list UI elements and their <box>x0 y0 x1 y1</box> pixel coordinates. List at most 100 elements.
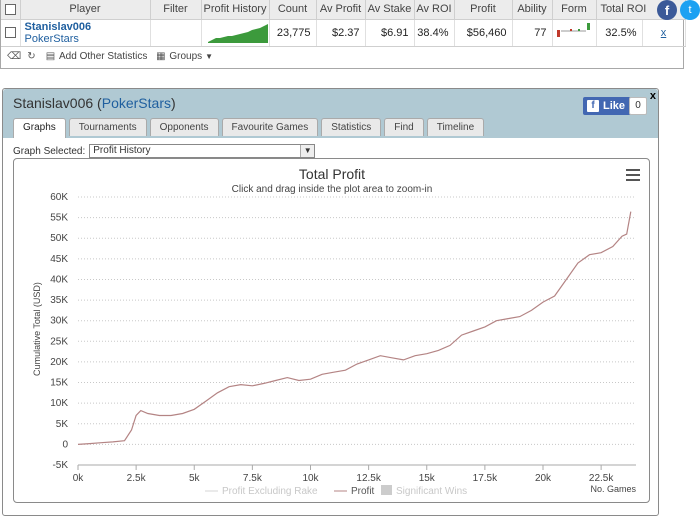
count-cell: 23,775 <box>269 19 317 47</box>
tab-timeline[interactable]: Timeline <box>426 118 485 136</box>
chart-container[interactable]: Total Profit Click and drag inside the p… <box>13 158 650 503</box>
player-cell: Stanislav006 PokerStars <box>20 19 151 47</box>
header-profit-history[interactable]: Profit History <box>201 0 270 20</box>
y-axis-title: Cumulative Total (USD) <box>32 282 42 376</box>
remove-row-button[interactable]: x <box>642 19 686 47</box>
header-filter[interactable]: Filter <box>150 0 202 20</box>
tab-graphs[interactable]: Graphs <box>13 118 66 138</box>
select-all-header[interactable] <box>1 0 21 20</box>
legend-item-profit[interactable]: Profit <box>351 486 375 497</box>
x-tick-label: 2.5k <box>127 473 147 484</box>
facebook-icon: f <box>587 100 599 112</box>
graph-selected-label: Graph Selected: <box>13 145 86 157</box>
profit-history-sparkline <box>207 23 268 43</box>
add-other-statistics-label: Add Other Statistics <box>59 51 148 62</box>
legend-item-significant-wins[interactable]: Significant Wins <box>396 486 467 497</box>
header-ability[interactable]: Ability <box>512 0 553 20</box>
y-tick-label: 45K <box>50 254 68 265</box>
av-profit-cell: $2.37 <box>316 19 366 47</box>
facebook-like-button[interactable]: f Like <box>583 97 632 115</box>
y-tick-label: 15K <box>50 378 68 389</box>
legend-item-profit-excluding-rake[interactable]: Profit Excluding Rake <box>222 486 318 497</box>
av-stake-cell: $6.91 <box>365 19 415 47</box>
header-av-stake[interactable]: Av Stake <box>365 0 415 20</box>
table-row: Stanislav006 PokerStars 23,775 $2.37 $6.… <box>1 19 686 47</box>
player-site-link[interactable]: PokerStars <box>25 33 145 45</box>
row-select-cell[interactable] <box>1 19 21 47</box>
av-roi-cell: 38.4% <box>414 19 455 47</box>
x-tick-label: 7.5k <box>243 473 263 484</box>
stats-table-container: Player Filter Profit History Count Av Pr… <box>0 0 686 69</box>
add-other-statistics-button[interactable]: ▤ Add Other Statistics <box>45 51 148 62</box>
groups-icon: ▦ <box>156 51 166 62</box>
profit-cell: $56,460 <box>454 19 513 47</box>
header-form[interactable]: Form <box>552 0 597 20</box>
stats-header-row: Player Filter Profit History Count Av Pr… <box>1 0 686 20</box>
panel-header: Stanislav006 (PokerStars) f Like 0 x Gra… <box>3 89 658 138</box>
form-bar <box>577 29 580 31</box>
profit-history-cell <box>201 19 270 47</box>
x-tick-label: 0k <box>73 473 85 484</box>
form-cell <box>552 19 597 47</box>
y-tick-label: 10K <box>50 398 68 409</box>
form-bar <box>556 30 560 37</box>
trash-icon[interactable]: ⌫ <box>7 51 21 62</box>
tab-favourite-games[interactable]: Favourite Games <box>221 118 319 136</box>
panel-site-link[interactable]: PokerStars <box>102 95 171 111</box>
x-tick-label: 10k <box>302 473 319 484</box>
like-count: 0 <box>629 97 647 115</box>
y-tick-label: 60K <box>50 192 68 203</box>
y-tick-label: 30K <box>50 316 68 327</box>
form-chart <box>556 23 590 37</box>
tab-find[interactable]: Find <box>384 118 424 136</box>
add-stats-icon: ▤ <box>45 51 56 62</box>
graph-select-value: Profit History <box>93 145 151 156</box>
header-count[interactable]: Count <box>269 0 317 20</box>
chart-subtitle: Click and drag inside the plot area to z… <box>232 184 433 195</box>
y-tick-label: -5K <box>52 460 68 471</box>
groups-dropdown[interactable]: ▦ Groups ▼ <box>155 51 213 62</box>
x-tick-label: 20k <box>535 473 552 484</box>
total-roi-cell: 32.5% <box>596 19 643 47</box>
chart-title: Total Profit <box>299 166 365 182</box>
close-panel-icon[interactable]: x <box>650 90 656 102</box>
like-label: Like <box>603 100 626 112</box>
select-all-checkbox[interactable] <box>4 3 16 15</box>
tab-statistics[interactable]: Statistics <box>321 118 382 136</box>
x-tick-label: 12.5k <box>356 473 381 484</box>
tab-opponents[interactable]: Opponents <box>149 118 219 136</box>
form-bar <box>586 23 590 30</box>
header-player[interactable]: Player <box>20 0 151 20</box>
refresh-icon[interactable]: ↻ <box>26 51 37 62</box>
stats-toolbar: ⌫ ↻ ▤ Add Other Statistics ▦ Groups ▼ <box>1 47 683 67</box>
groups-label: Groups <box>169 51 203 62</box>
form-bar <box>569 29 572 31</box>
panel-title: Stanislav006 (PokerStars) <box>13 95 176 111</box>
header-av-roi[interactable]: Av ROI <box>414 0 455 20</box>
chart-menu-icon[interactable] <box>626 169 640 181</box>
y-tick-label: 20K <box>50 357 68 368</box>
y-tick-label: 0 <box>62 439 68 450</box>
y-tick-label: 55K <box>50 213 68 224</box>
ability-cell: 77 <box>512 19 553 47</box>
twitter-share-icon[interactable]: t <box>680 0 700 20</box>
player-name-link[interactable]: Stanislav006 <box>25 21 145 33</box>
y-tick-label: 5K <box>56 419 69 430</box>
y-tick-label: 50K <box>50 233 68 244</box>
header-profit[interactable]: Profit <box>454 0 513 20</box>
tab-tournaments[interactable]: Tournaments <box>68 118 147 136</box>
filter-cell[interactable] <box>150 19 202 47</box>
x-axis-title: No. Games <box>590 484 636 494</box>
legend-swatch-significant-wins <box>381 485 392 495</box>
graph-select-row: Graph Selected: Profit History ▼ <box>13 144 316 158</box>
chevron-down-icon: ▼ <box>300 145 315 157</box>
graph-select-dropdown[interactable]: Profit History ▼ <box>89 144 316 158</box>
x-tick-label: 5k <box>189 473 201 484</box>
header-av-profit[interactable]: Av Profit <box>316 0 366 20</box>
row-checkbox[interactable] <box>4 27 16 39</box>
facebook-share-icon[interactable]: f <box>657 0 677 20</box>
y-tick-label: 35K <box>50 295 68 306</box>
x-tick-label: 17.5k <box>473 473 498 484</box>
x-tick-label: 15k <box>419 473 436 484</box>
x-tick-label: 22.5k <box>589 473 614 484</box>
